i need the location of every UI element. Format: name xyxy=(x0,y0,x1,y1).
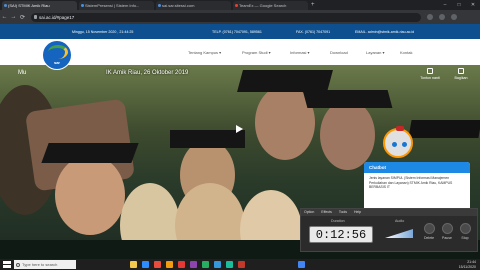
favicon-icon xyxy=(3,3,7,7)
share-icon xyxy=(458,68,464,74)
back-icon[interactable]: ← xyxy=(0,14,9,20)
chatbot-avatar[interactable] xyxy=(383,126,413,158)
menu-item-download[interactable]: Download xyxy=(330,50,348,55)
delete-button[interactable]: Delete xyxy=(421,223,437,240)
audio-label: Audio xyxy=(395,219,405,223)
clock-icon xyxy=(427,68,433,74)
tab-active[interactable]: (SAI) STMIK Amik Riau xyxy=(2,1,77,10)
grad-cap-shape xyxy=(237,70,333,92)
site-logo[interactable]: sar xyxy=(42,40,72,70)
edge-icon[interactable] xyxy=(142,261,149,268)
chatbot-title: Chatbot xyxy=(364,162,470,173)
close-button[interactable]: ✕ xyxy=(466,0,480,10)
lock-icon xyxy=(33,14,37,19)
share-button[interactable]: Bagikan xyxy=(448,68,474,80)
chrome-icon[interactable] xyxy=(298,261,305,268)
tab-4[interactable]: TeamEx — Google Search xyxy=(233,1,308,10)
browser-tab-bar: (SAI) STMIK Amik Riau SistemPresensi | S… xyxy=(0,0,480,10)
duration-display: 0:12:56 xyxy=(309,226,373,243)
app-icon[interactable] xyxy=(154,261,161,268)
logo-swirl-icon xyxy=(48,45,68,59)
grad-cap-shape xyxy=(41,143,139,163)
app-icon[interactable] xyxy=(214,261,221,268)
phone-text: TELP. (0761) 7047091, 589561 xyxy=(212,29,262,34)
site-nav-menu: Tentang Kampus ▾ Program Studi ▾ Informa… xyxy=(0,39,480,65)
video-title-prefix: Mu xyxy=(18,70,27,76)
app-icon[interactable] xyxy=(238,261,245,268)
play-icon[interactable] xyxy=(236,125,243,133)
pause-button[interactable]: Pause xyxy=(439,223,455,240)
window-controls: – □ ✕ xyxy=(438,0,480,10)
tab-3[interactable]: sai.sar.sitessi.com xyxy=(156,1,231,10)
menu-item-tentang[interactable]: Tentang Kampus ▾ xyxy=(188,50,221,55)
audio-level-meter xyxy=(385,229,413,238)
system-tray-clock[interactable]: 21:44 15/11/2020 xyxy=(459,260,476,269)
file-explorer-icon[interactable] xyxy=(130,261,137,268)
bot-eye-icon xyxy=(402,142,407,147)
menu-item-kontak[interactable]: Kontak xyxy=(400,50,412,55)
delete-icon xyxy=(423,223,435,234)
taskbar: Type here to search 21:44 15/11/2020 xyxy=(0,259,480,270)
face-shape xyxy=(320,100,375,170)
address-input[interactable]: sai.ac.id/#page17 xyxy=(31,12,421,22)
app-icon[interactable] xyxy=(178,261,185,268)
date-text: Minggu, 15 November 2020 , 21:44:25 xyxy=(72,29,134,34)
tab-2[interactable]: SistemPresensi | Sistem Info... xyxy=(79,1,154,10)
chatbot-message: Jenis layanan SIMPUL (Sistem Informasi M… xyxy=(369,176,453,190)
stop-button[interactable]: Stop xyxy=(457,223,473,240)
app-icon[interactable] xyxy=(166,261,173,268)
search-icon xyxy=(16,262,20,267)
app-icon[interactable] xyxy=(190,261,197,268)
reload-icon[interactable]: ⟳ xyxy=(18,14,27,21)
stop-icon xyxy=(459,223,471,234)
recorder-window: Option Effects Tools Help Duration Audio… xyxy=(300,208,478,252)
email-text[interactable]: EMAIL. admin@stmik-amik-riau.ac.id xyxy=(355,30,414,34)
menu-item-informasi[interactable]: Informasi ▾ xyxy=(290,50,310,55)
menu-option[interactable]: Option xyxy=(304,210,314,214)
menu-tools[interactable]: Tools xyxy=(339,210,347,214)
favicon-icon xyxy=(157,3,161,7)
address-toolbar: ← → ⟳ sai.ac.id/#page17 xyxy=(0,10,480,24)
duration-label: Duration xyxy=(331,219,345,223)
menu-help[interactable]: Help xyxy=(354,210,361,214)
maximize-button[interactable]: □ xyxy=(452,0,466,10)
fax-text: FAX. (0761) 7047091 xyxy=(296,29,331,34)
menu-icon[interactable] xyxy=(451,14,457,20)
pause-icon xyxy=(441,223,453,234)
extension-icon[interactable] xyxy=(427,14,433,20)
site-info-bar: Minggu, 15 November 2020 , 21:44:25 TELP… xyxy=(0,24,480,39)
grad-cap-shape xyxy=(170,130,245,148)
forward-icon[interactable]: → xyxy=(9,14,18,20)
bot-hat-icon xyxy=(396,126,404,131)
minimize-button[interactable]: – xyxy=(438,0,452,10)
face-shape xyxy=(55,155,125,235)
menu-item-layanan[interactable]: Layanan ▾ xyxy=(366,50,384,55)
favicon-icon xyxy=(234,3,238,7)
recorder-menu: Option Effects Tools Help xyxy=(301,209,477,216)
watch-later-button[interactable]: Tonton nanti xyxy=(417,68,443,80)
chatbot-panel[interactable]: Chatbot Jenis layanan SIMPUL (Sistem Inf… xyxy=(364,162,470,212)
taskbar-search-input[interactable]: Type here to search xyxy=(14,260,76,269)
video-title[interactable]: IK Amik Riau, 26 Oktober 2019 xyxy=(106,70,188,76)
bot-eye-icon xyxy=(392,142,397,147)
grad-cap-shape xyxy=(302,90,393,108)
menu-item-prodi[interactable]: Program Studi ▾ xyxy=(242,50,271,55)
profile-avatar[interactable] xyxy=(439,14,445,20)
app-icon[interactable] xyxy=(202,261,209,268)
favicon-icon xyxy=(80,3,84,7)
app-icon[interactable] xyxy=(226,261,233,268)
windows-start-icon[interactable] xyxy=(3,261,11,268)
new-tab-button[interactable]: + xyxy=(311,1,315,10)
grad-cap-shape xyxy=(408,120,480,138)
menu-effects[interactable]: Effects xyxy=(321,210,332,214)
